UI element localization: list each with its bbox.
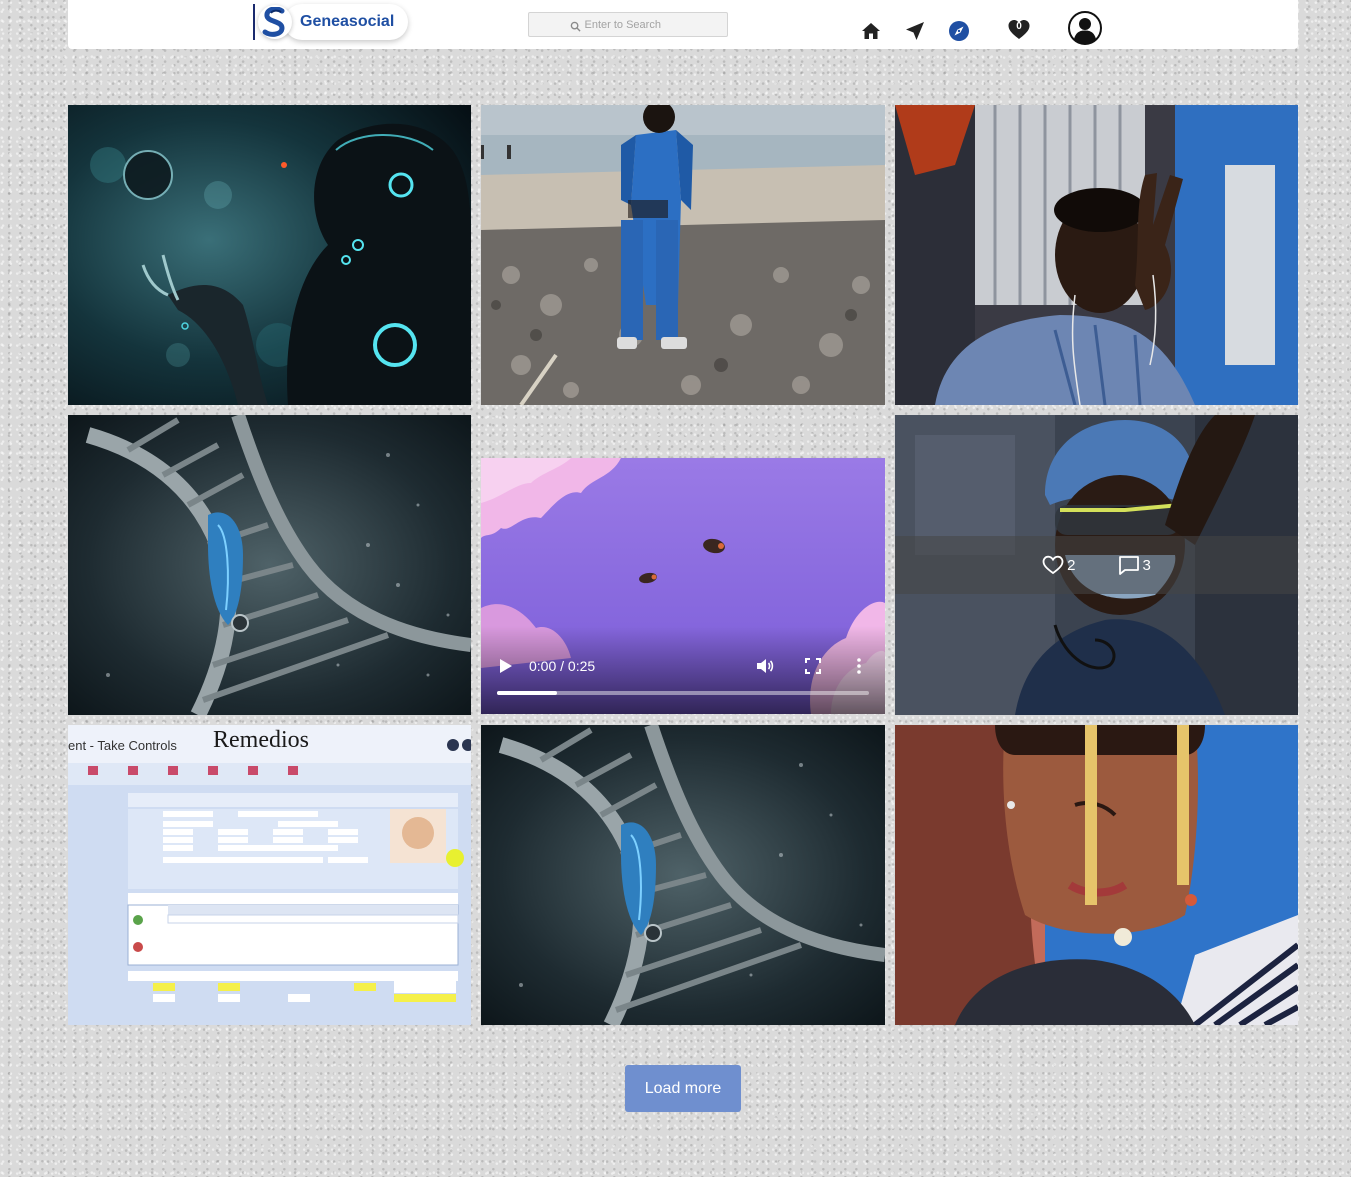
likes-count-badge: 0 [1016, 21, 1022, 32]
play-icon[interactable] [499, 658, 513, 674]
video-time-display: 0:00 / 0:25 [529, 658, 596, 674]
video-controls-bar: 0:00 / 0:25 [481, 626, 885, 714]
brand-s-icon [258, 5, 292, 39]
send-icon[interactable] [904, 20, 926, 42]
fullscreen-icon[interactable] [804, 657, 822, 675]
brand-divider [253, 4, 255, 40]
search-input[interactable] [582, 17, 687, 32]
post-thumbnail-dna-2[interactable] [481, 725, 885, 1025]
screenshot-window-title: ent - Take Controls [68, 738, 177, 753]
comments-stat[interactable]: 3 [1118, 555, 1151, 575]
home-icon[interactable] [860, 20, 882, 42]
volume-icon[interactable] [755, 656, 775, 676]
video-progress-track[interactable] [497, 691, 869, 695]
load-more-button[interactable]: Load more [625, 1065, 741, 1112]
user-avatar-icon[interactable] [1068, 11, 1102, 45]
comment-icon [1118, 556, 1139, 575]
post-thumbnail-dna[interactable] [68, 415, 471, 715]
brand-logo[interactable]: Geneasocial [253, 2, 409, 42]
screenshot-logo-text: Remedios [213, 727, 309, 753]
brand-name: Geneasocial [284, 4, 409, 40]
comments-count: 3 [1142, 556, 1151, 574]
likes-stat[interactable]: 2 [1042, 555, 1076, 575]
post-thumbnail-surgeon[interactable]: 2 3 [895, 415, 1298, 715]
post-thumbnail-selfie[interactable] [895, 105, 1298, 405]
search-box[interactable] [528, 12, 728, 37]
heart-outline-icon [1042, 555, 1064, 575]
post-video-player[interactable]: 0:00 / 0:25 [481, 458, 885, 714]
post-thumbnail-software-screenshot[interactable]: ent - Take Controls Remedios [68, 725, 471, 1025]
post-thumbnail-beach[interactable] [481, 105, 885, 405]
search-icon [570, 21, 581, 32]
video-buffered-bar [497, 691, 557, 695]
explore-compass-icon[interactable] [948, 20, 970, 42]
likes-count: 2 [1067, 556, 1076, 574]
post-stats-overlay: 2 3 [895, 536, 1298, 594]
post-thumbnail-portrait[interactable] [895, 725, 1298, 1025]
post-thumbnail-robot[interactable] [68, 105, 471, 405]
top-navigation-bar: Geneasocial 0 [68, 0, 1298, 49]
more-options-icon[interactable] [853, 656, 865, 676]
heart-icon[interactable]: 0 [1007, 18, 1031, 42]
